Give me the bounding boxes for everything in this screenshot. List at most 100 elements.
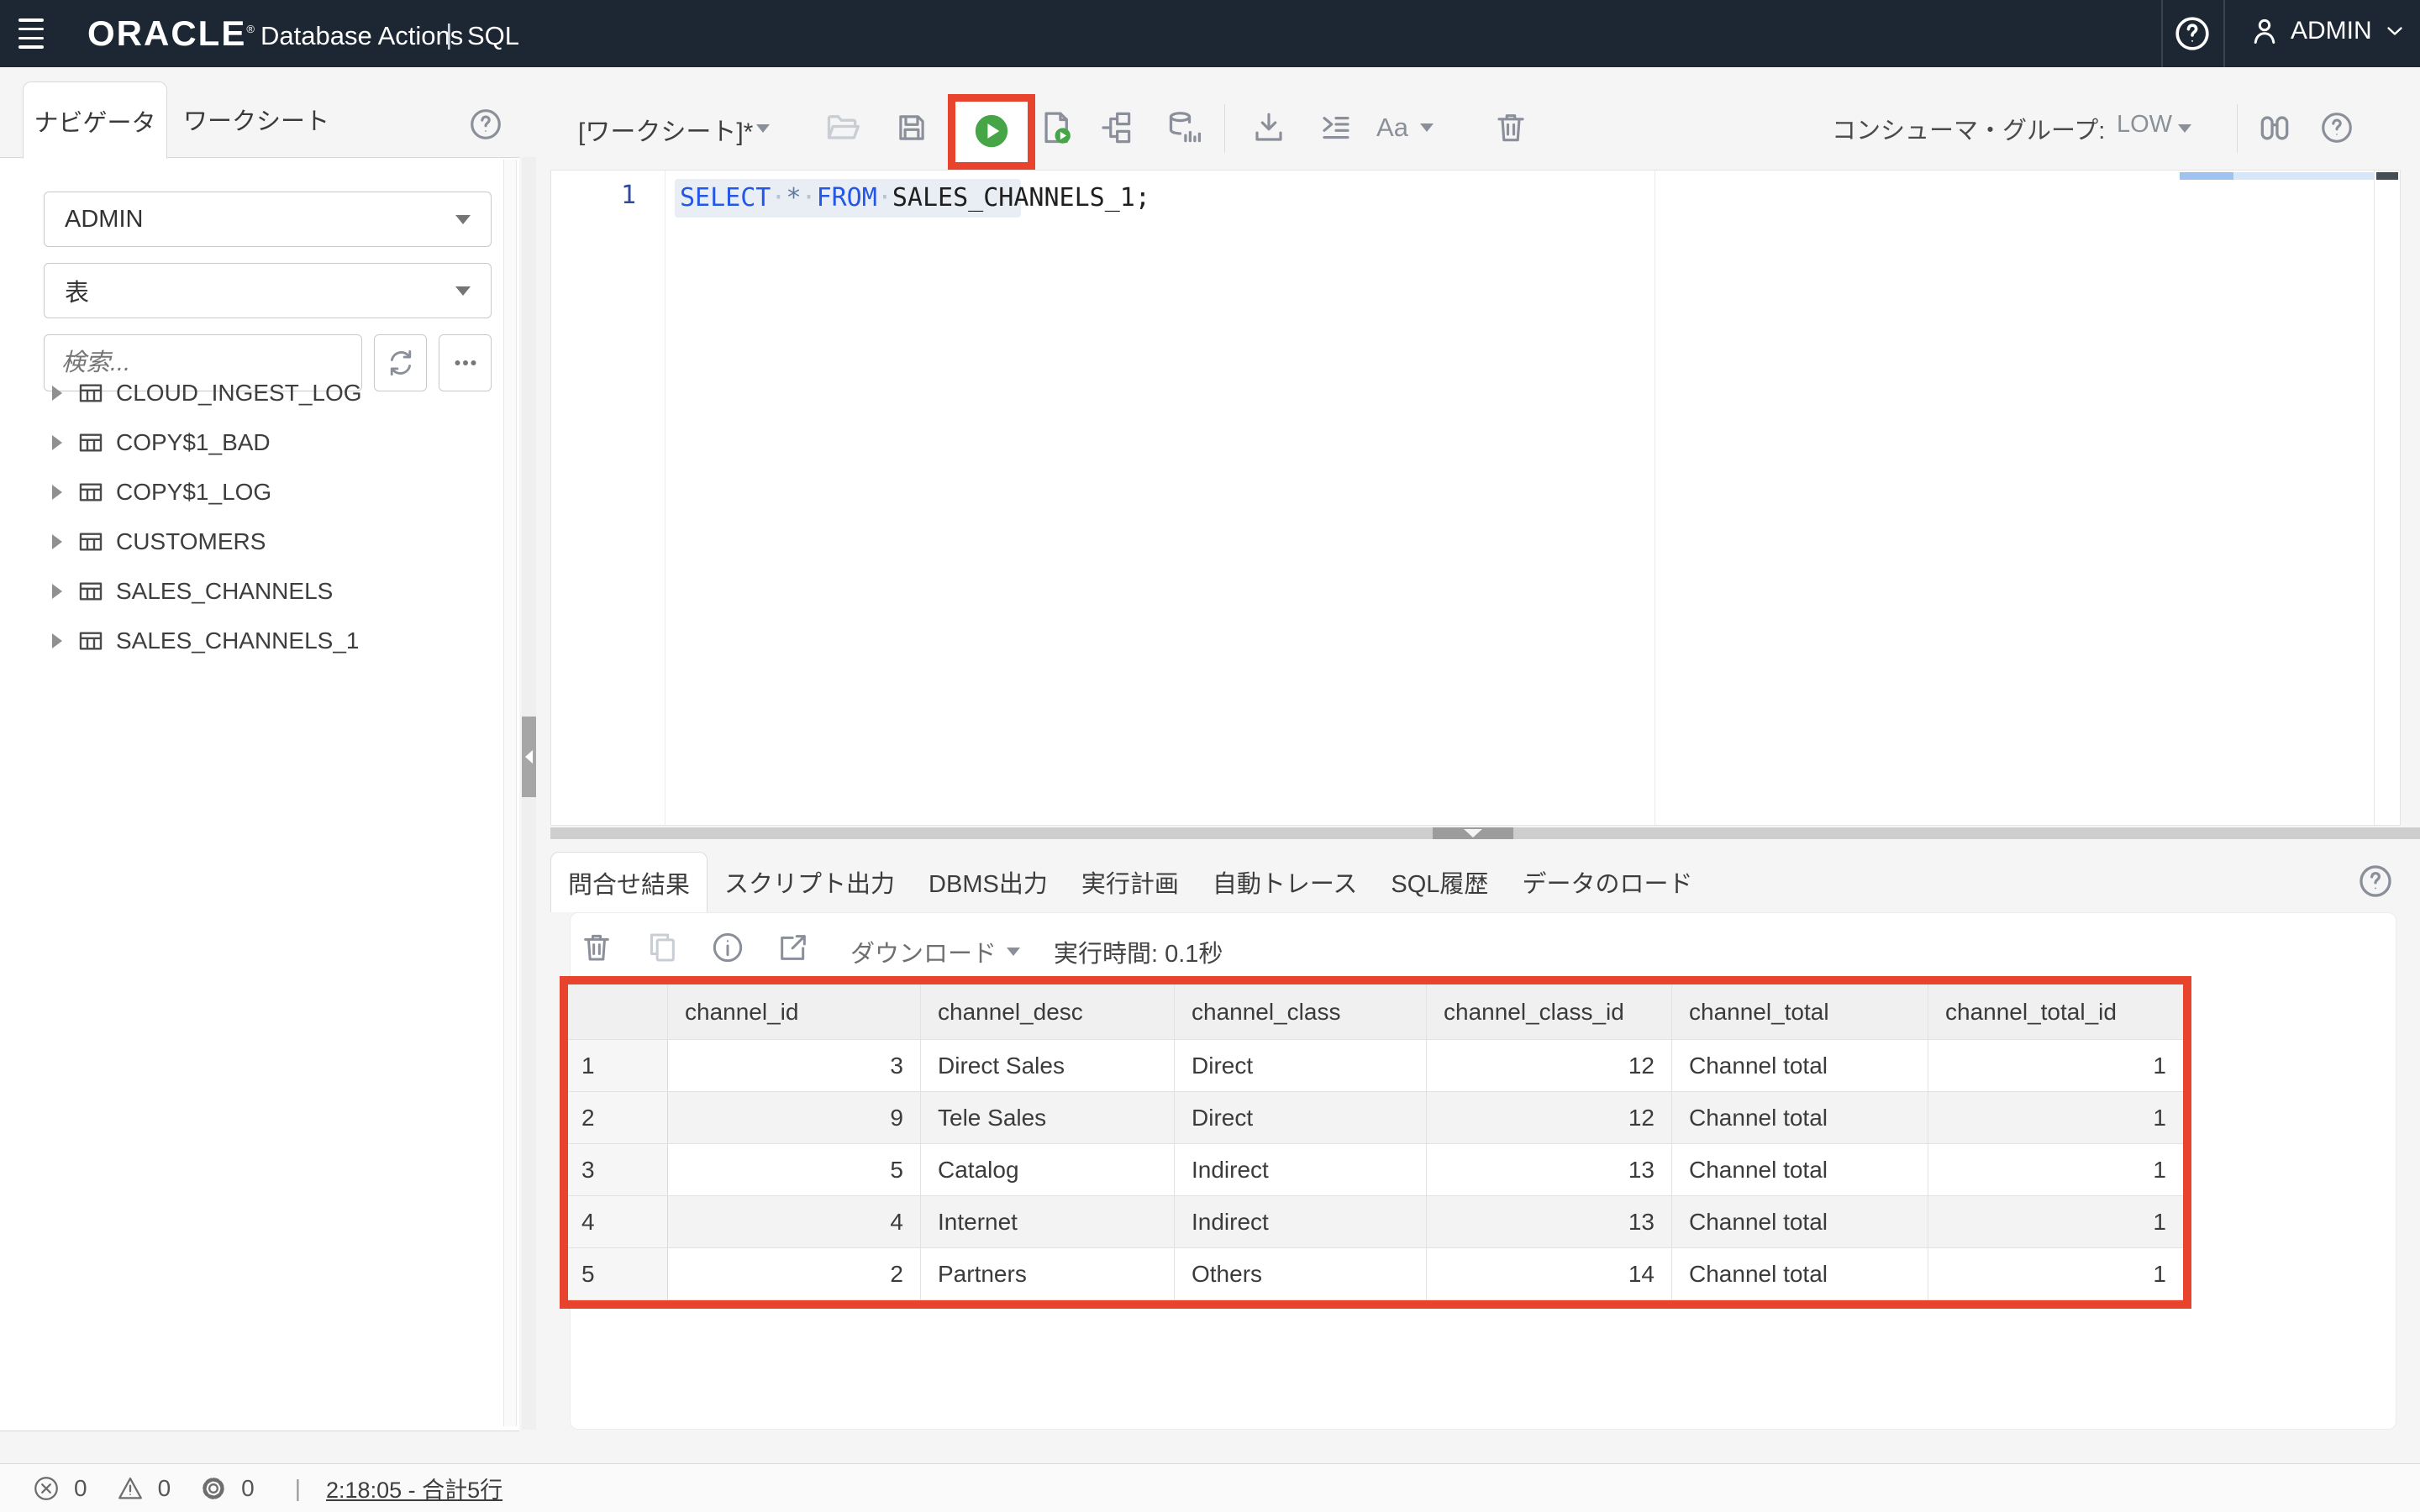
copy-results-button[interactable]	[644, 929, 681, 966]
cell-channel-desc[interactable]: Direct Sales	[921, 1040, 1175, 1092]
cell-channel-total-id[interactable]: 1	[1928, 1196, 2183, 1248]
cell-channel-class-id[interactable]: 13	[1427, 1144, 1672, 1196]
cell-channel-total-id[interactable]: 1	[1928, 1144, 2183, 1196]
warnings-icon[interactable]	[116, 1474, 145, 1503]
caret-right-icon[interactable]	[52, 534, 62, 549]
cell-channel-total-id[interactable]: 1	[1928, 1040, 2183, 1092]
cell-channel-total[interactable]: Channel total	[1672, 1196, 1928, 1248]
clear-worksheet-button[interactable]	[1491, 108, 1530, 147]
download-menu[interactable]: ダウンロード	[850, 934, 997, 969]
editor-scrollbar-thumb[interactable]	[2376, 172, 2398, 180]
worksheet-help-button[interactable]	[2317, 108, 2356, 147]
download-editor-button[interactable]	[1249, 108, 1288, 147]
column-header[interactable]: channel_class_id	[1427, 984, 1672, 1040]
caret-right-icon[interactable]	[52, 435, 62, 450]
cell-channel-class[interactable]: Indirect	[1175, 1196, 1427, 1248]
tree-item-table[interactable]: COPY$1_LOG	[0, 467, 496, 517]
format-button[interactable]	[1317, 108, 1355, 147]
cell-channel-class-id[interactable]: 12	[1427, 1040, 1672, 1092]
caret-down-icon[interactable]	[756, 124, 770, 133]
autotrace-button[interactable]	[1165, 108, 1204, 147]
cell-channel-class[interactable]: Direct	[1175, 1092, 1427, 1144]
column-header[interactable]: channel_class	[1175, 984, 1427, 1040]
gear-icon[interactable]	[199, 1474, 228, 1503]
header-help-button[interactable]	[2173, 14, 2212, 53]
cell-channel-class-id[interactable]: 12	[1427, 1092, 1672, 1144]
tree-item-table[interactable]: SALES_CHANNELS_1	[0, 616, 496, 665]
tree-item-table[interactable]: COPY$1_BAD	[0, 417, 496, 467]
caret-right-icon[interactable]	[52, 584, 62, 599]
tab-autotrace[interactable]: 自動トレース	[1196, 852, 1375, 912]
column-header[interactable]: channel_id	[668, 984, 921, 1040]
cell-channel-desc[interactable]: Catalog	[921, 1144, 1175, 1196]
tab-navigator[interactable]: ナビゲータ	[23, 81, 167, 159]
tab-dbms-output[interactable]: DBMS出力	[912, 852, 1065, 912]
sql-statement[interactable]: SELECT·*·FROM·SALES_CHANNELS_1;	[680, 179, 1150, 218]
cell-channel-id[interactable]: 5	[668, 1144, 921, 1196]
tab-data-load[interactable]: データのロード	[1505, 852, 1709, 912]
caret-down-icon[interactable]	[2178, 124, 2191, 133]
schema-select[interactable]: ADMIN	[44, 192, 492, 247]
save-button[interactable]	[892, 108, 931, 147]
cell-channel-total[interactable]: Channel total	[1672, 1040, 1928, 1092]
errors-icon[interactable]	[32, 1474, 60, 1503]
column-header[interactable]: channel_total	[1672, 984, 1928, 1040]
result-grid[interactable]: channel_id channel_desc channel_class ch…	[568, 984, 2183, 1300]
splitter-collapse-handle[interactable]	[522, 717, 536, 797]
cell-channel-total[interactable]: Channel total	[1672, 1092, 1928, 1144]
result-info-button[interactable]	[709, 929, 746, 966]
cell-channel-id[interactable]: 2	[668, 1248, 921, 1300]
cell-channel-desc[interactable]: Partners	[921, 1248, 1175, 1300]
cell-channel-class[interactable]: Others	[1175, 1248, 1427, 1300]
caret-right-icon[interactable]	[52, 386, 62, 401]
tab-explain-plan[interactable]: 実行計画	[1065, 852, 1196, 912]
sql-editor[interactable]: 1 SELECT·*·FROM·SALES_CHANNELS_1;	[550, 170, 2401, 826]
hamburger-menu-icon[interactable]	[18, 18, 44, 49]
editor-scrollbar[interactable]	[2374, 171, 2400, 825]
tree-item-table[interactable]: SALES_CHANNELS	[0, 566, 496, 616]
cell-channel-total-id[interactable]: 1	[1928, 1248, 2183, 1300]
cell-channel-class[interactable]: Indirect	[1175, 1144, 1427, 1196]
cell-channel-id[interactable]: 4	[668, 1196, 921, 1248]
cell-channel-total[interactable]: Channel total	[1672, 1144, 1928, 1196]
find-button[interactable]	[2255, 108, 2294, 147]
cell-channel-total-id[interactable]: 1	[1928, 1092, 2183, 1144]
explain-plan-button[interactable]	[1096, 108, 1134, 147]
results-help-button[interactable]	[2356, 862, 2395, 900]
execution-summary-link[interactable]: 2:18:05 - 合計5行	[326, 1472, 502, 1504]
column-header[interactable]: channel_total_id	[1928, 984, 2183, 1040]
sidebar-scrollbar[interactable]	[503, 160, 517, 1426]
tab-script-output[interactable]: スクリプト出力	[708, 852, 912, 912]
cell-channel-id[interactable]: 9	[668, 1092, 921, 1144]
font-settings-button[interactable]: Aa	[1371, 108, 1439, 147]
cell-channel-class-id[interactable]: 13	[1427, 1196, 1672, 1248]
tab-worksheet[interactable]: ワークシート	[168, 81, 345, 157]
cell-channel-id[interactable]: 3	[668, 1040, 921, 1092]
panel-splitter[interactable]	[522, 157, 536, 1430]
discard-results-button[interactable]	[578, 929, 615, 966]
open-in-new-window-button[interactable]	[775, 929, 812, 966]
splitter-collapse-handle[interactable]	[1433, 827, 1513, 839]
cell-channel-desc[interactable]: Internet	[921, 1196, 1175, 1248]
tab-sql-history[interactable]: SQL履歴	[1374, 852, 1505, 912]
worksheet-title-menu[interactable]: [ワークシート]*	[578, 111, 753, 148]
column-header[interactable]: channel_desc	[921, 984, 1175, 1040]
sidebar-help-button[interactable]	[467, 106, 504, 143]
editor-results-splitter[interactable]	[550, 827, 2420, 839]
open-file-button[interactable]	[823, 108, 862, 147]
cell-channel-desc[interactable]: Tele Sales	[921, 1092, 1175, 1144]
user-menu[interactable]: ADMIN	[2249, 15, 2407, 47]
caret-right-icon[interactable]	[52, 633, 62, 648]
cell-channel-total[interactable]: Channel total	[1672, 1248, 1928, 1300]
tree-item-table[interactable]: CLOUD_INGEST_LOG	[0, 368, 496, 417]
cell-channel-class-id[interactable]: 14	[1427, 1248, 1672, 1300]
cell-channel-class[interactable]: Direct	[1175, 1040, 1427, 1092]
consumer-group-select[interactable]: LOW	[2117, 111, 2172, 139]
tab-query-result[interactable]: 問合せ結果	[550, 852, 708, 912]
object-type-select[interactable]: 表	[44, 263, 492, 318]
caret-right-icon[interactable]	[52, 485, 62, 500]
run-script-button[interactable]	[1037, 108, 1076, 147]
caret-down-icon[interactable]	[1007, 948, 1020, 956]
run-statement-button[interactable]	[972, 112, 1011, 150]
tree-item-table[interactable]: CUSTOMERS	[0, 517, 496, 566]
